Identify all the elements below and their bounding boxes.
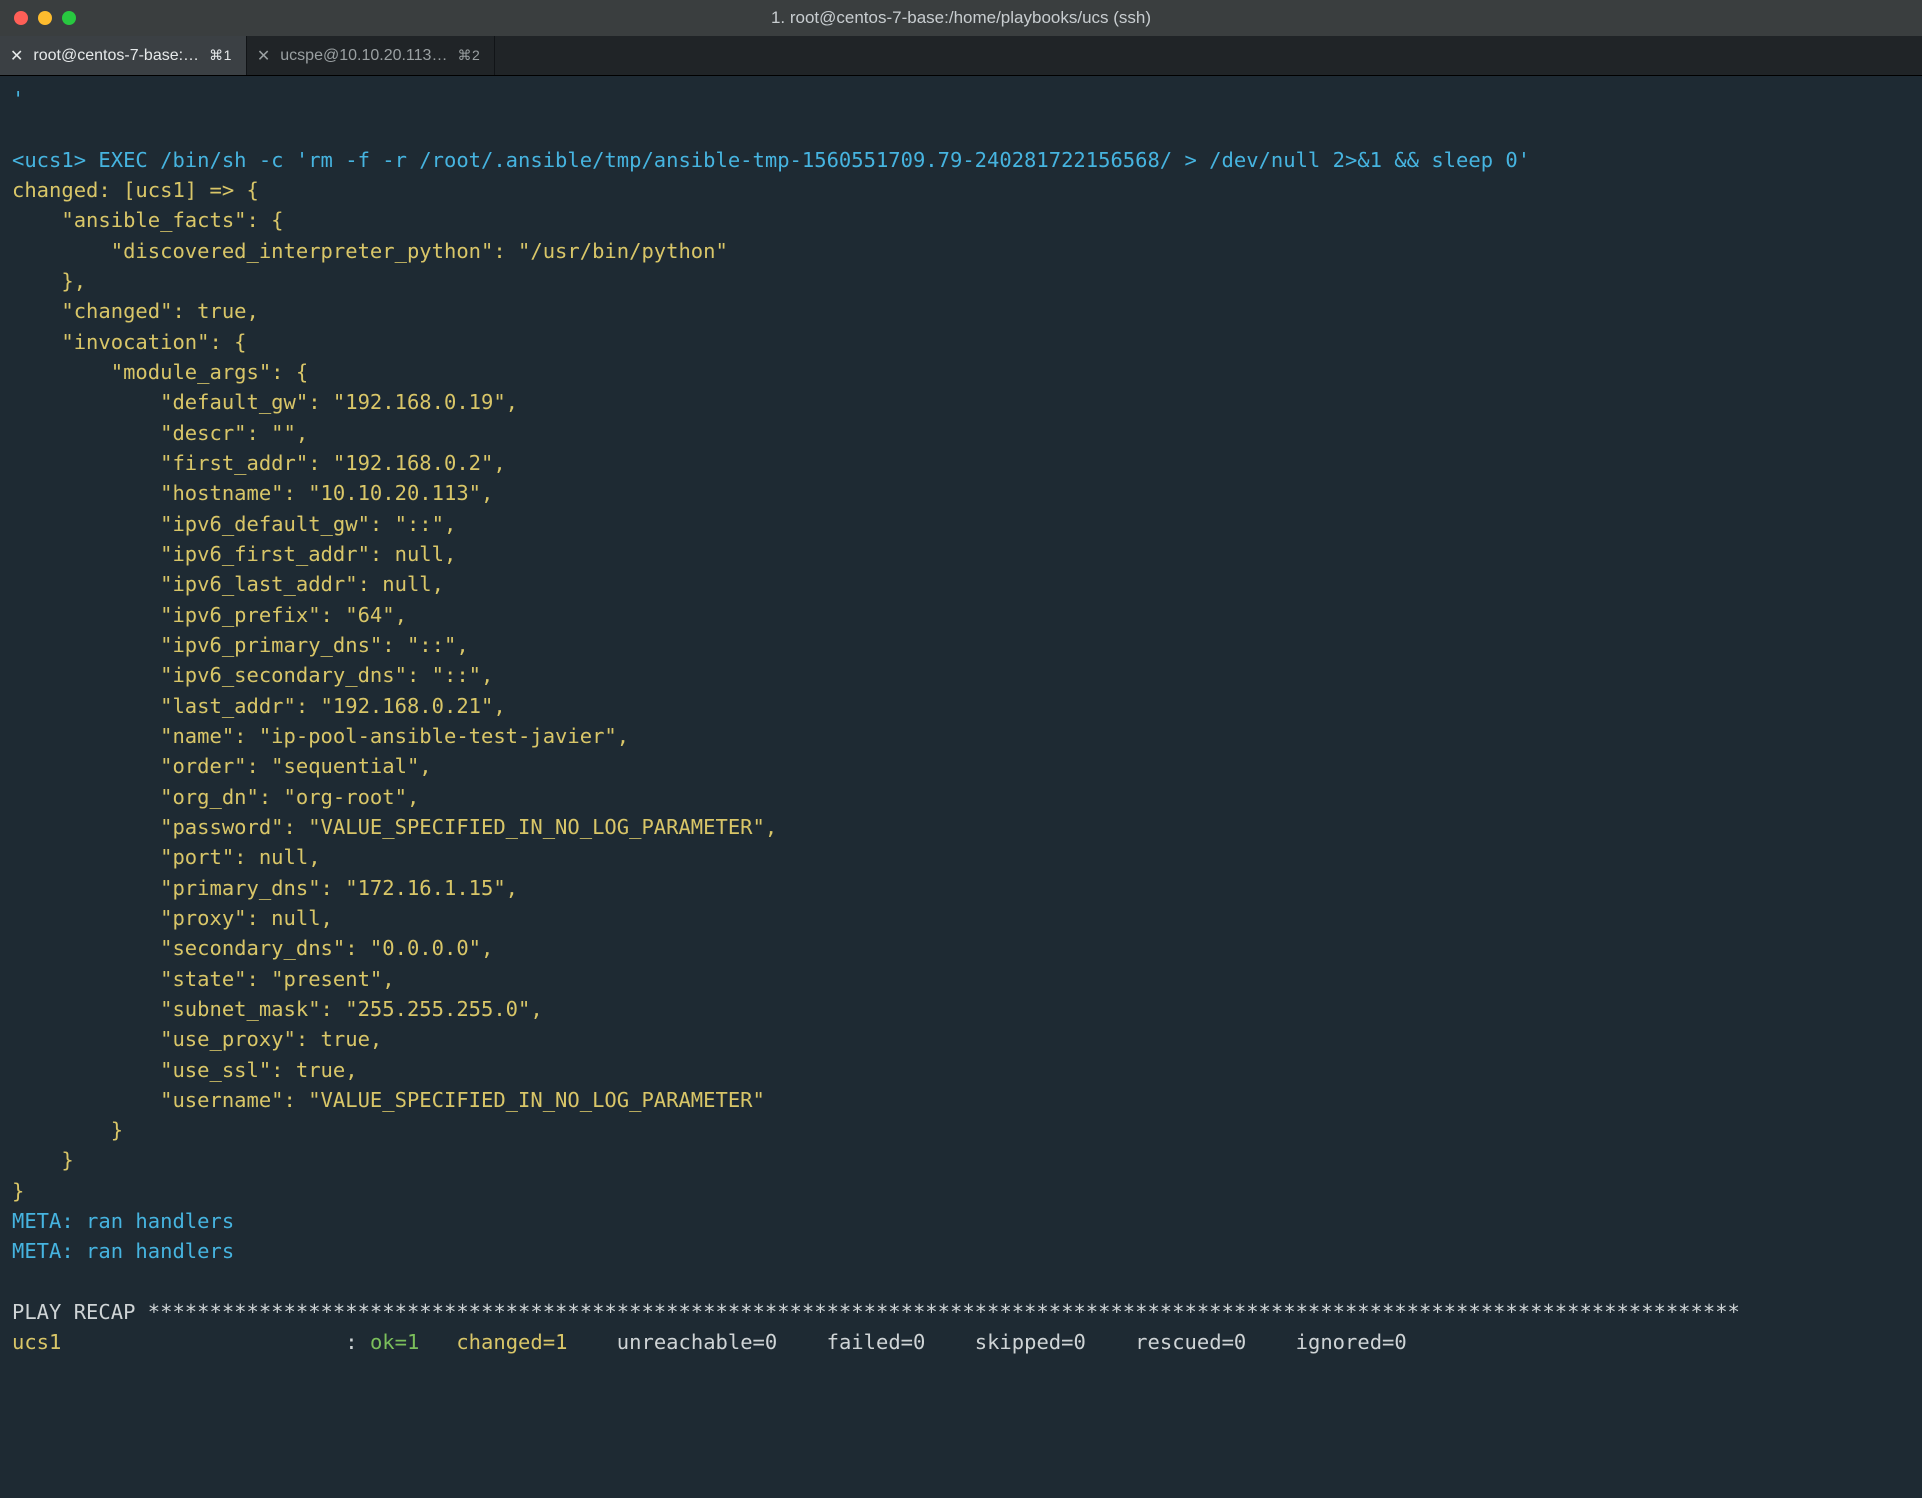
minimize-icon[interactable] — [38, 11, 52, 25]
tab-root-centos[interactable]: ✕ root@centos-7-base:… ⌘1 — [0, 36, 247, 75]
recap-failed: failed=0 — [814, 1330, 962, 1354]
terminal-output[interactable]: ' <ucs1> EXEC /bin/sh -c 'rm -f -r /root… — [0, 76, 1922, 1370]
recap-changed: changed=1 — [456, 1330, 604, 1354]
terminal-meta-line: META: ran handlers — [12, 1209, 234, 1233]
recap-unreachable: unreachable=0 — [604, 1330, 814, 1354]
terminal-line: ' — [12, 87, 24, 111]
recap-host: ucs1 — [12, 1330, 345, 1354]
recap-ignored: ignored=0 — [1283, 1330, 1443, 1354]
window-title: 1. root@centos-7-base:/home/playbooks/uc… — [0, 8, 1922, 28]
close-icon[interactable]: ✕ — [257, 46, 270, 66]
tab-bar: ✕ root@centos-7-base:… ⌘1 ✕ ucspe@10.10.… — [0, 36, 1922, 76]
terminal-meta-line: META: ran handlers — [12, 1239, 234, 1263]
recap-skipped: skipped=0 — [962, 1330, 1122, 1354]
window-titlebar[interactable]: 1. root@centos-7-base:/home/playbooks/uc… — [0, 0, 1922, 36]
tab-label: ucspe@10.10.20.113… — [280, 47, 447, 65]
recap-rescued: rescued=0 — [1123, 1330, 1283, 1354]
terminal-changed-line: changed: [ucs1] => { — [12, 178, 259, 202]
terminal-exec-line: <ucs1> EXEC /bin/sh -c 'rm -f -r /root/.… — [12, 148, 1530, 172]
recap-ok: ok=1 — [370, 1330, 456, 1354]
tab-shortcut: ⌘2 — [457, 47, 480, 64]
play-recap-header: PLAY RECAP *****************************… — [12, 1300, 1740, 1324]
maximize-icon[interactable] — [62, 11, 76, 25]
tab-shortcut: ⌘1 — [209, 47, 232, 64]
traffic-lights — [14, 11, 76, 25]
terminal-json-body: "ansible_facts": { "discovered_interpret… — [12, 208, 777, 1203]
tab-label: root@centos-7-base:… — [33, 47, 199, 65]
close-icon[interactable]: ✕ — [10, 46, 23, 66]
tab-ucspe[interactable]: ✕ ucspe@10.10.20.113… ⌘2 — [247, 36, 495, 75]
recap-sep: : — [345, 1330, 370, 1354]
close-icon[interactable] — [14, 11, 28, 25]
